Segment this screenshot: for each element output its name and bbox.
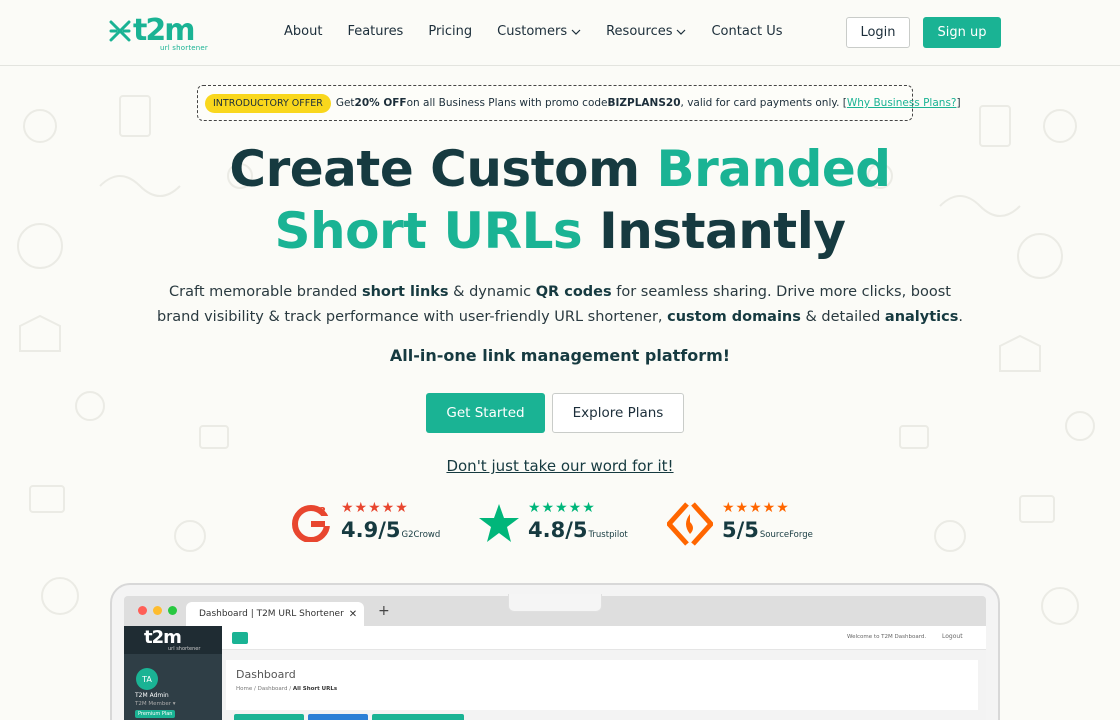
- mock-sidebar: t2m url shortener TA T2M Admin T2M Membe…: [124, 626, 222, 720]
- mock-logout: Logout: [942, 633, 963, 640]
- tab-title: Dashboard | T2M URL Shortener: [199, 609, 344, 619]
- subtext-bold: QR codes: [535, 284, 612, 300]
- mock-content: Dashboard Home / Dashboard / All Short U…: [222, 650, 986, 720]
- avatar: TA: [136, 668, 158, 690]
- nav-resources[interactable]: Resources: [606, 24, 686, 39]
- rating-stars: ★★★★★: [341, 500, 409, 516]
- site-header: t2m url shortener About Features Pricing…: [0, 0, 1120, 66]
- window-close-dot: [138, 606, 147, 615]
- close-icon: ✕: [348, 608, 358, 620]
- mock-dashboard-card: Dashboard Home / Dashboard / All Short U…: [226, 660, 978, 710]
- nav-customers[interactable]: Customers: [497, 24, 581, 39]
- trustpilot-star-icon: [479, 504, 519, 542]
- crumb-current: All Short URLs: [292, 686, 338, 692]
- score-value: 5/5: [722, 518, 759, 542]
- mock-sidebar-logo: t2m url shortener: [124, 626, 222, 654]
- subtext-part: & detailed: [800, 309, 885, 325]
- subtext-part: Craft memorable branded: [169, 284, 362, 300]
- dashboard-preview: Dashboard | T2M URL Shortener ✕ + t2m ur…: [124, 596, 986, 720]
- promo-text-1: Get: [335, 97, 355, 109]
- rating-score: 4.9/5G2Crowd: [341, 518, 440, 542]
- promo-badge: INTRODUCTORY OFFER: [205, 93, 331, 113]
- headline-line-1: Create Custom Branded: [0, 138, 1120, 200]
- crumb-dashboard: Dashboard: [257, 686, 288, 692]
- hero-tagline: All-in-one link management platform!: [389, 346, 731, 365]
- explore-plans-button[interactable]: Explore Plans: [552, 393, 684, 433]
- mock-action-button: [372, 714, 464, 720]
- nav-contact[interactable]: Contact Us: [711, 24, 782, 39]
- svg-text:2: 2: [319, 506, 326, 517]
- sourceforge-icon: [667, 502, 713, 546]
- subtext-bold: custom domains: [667, 309, 801, 325]
- headline-line-2: Short URLs Instantly: [0, 200, 1120, 262]
- rating-score: 4.8/5Trustpilot: [528, 518, 628, 542]
- mock-menu-icon: [232, 632, 248, 644]
- mock-welcome: Welcome to T2M Dashboard.: [847, 634, 927, 640]
- promo-text-3: , valid for card payments only. [: [680, 97, 847, 109]
- promo-discount: 20% OFF: [354, 97, 407, 109]
- headline-highlight: Branded: [656, 140, 891, 198]
- mock-plan-badge: Premium Plan: [135, 710, 176, 718]
- new-tab-icon: +: [378, 603, 390, 619]
- mock-breadcrumb: Home / Dashboard / All Short URLs: [236, 686, 338, 692]
- hero-subtext: Craft memorable branded short links & dy…: [140, 280, 980, 330]
- mock-page-title: Dashboard: [236, 668, 296, 681]
- promo-text-2: on all Business Plans with promo code: [406, 97, 608, 109]
- promo-banner: INTRODUCTORY OFFER Get 20% OFF on all Bu…: [197, 85, 961, 121]
- signup-button[interactable]: Sign up: [923, 17, 1001, 48]
- window-maximize-dot: [168, 606, 177, 615]
- promo-text-4: ]: [956, 97, 961, 109]
- mock-action-button: [234, 714, 304, 720]
- t2m-logo[interactable]: t2m url shortener: [108, 14, 208, 54]
- logo-text: t2m: [133, 13, 196, 48]
- mock-logo-sub: url shortener: [168, 646, 201, 652]
- nav-features[interactable]: Features: [347, 24, 403, 39]
- laptop-camera-notch: [508, 594, 602, 612]
- score-source: SourceForge: [759, 530, 813, 540]
- subtext-bold: analytics: [884, 309, 959, 325]
- nav-about[interactable]: About: [284, 24, 322, 39]
- rating-score: 5/5SourceForge: [722, 518, 813, 542]
- rating-stars: ★★★★★: [528, 500, 596, 516]
- headline-highlight: Short URLs: [274, 202, 583, 260]
- subtext-part: & dynamic: [448, 284, 536, 300]
- window-minimize-dot: [153, 606, 162, 615]
- login-button[interactable]: Login: [846, 17, 910, 48]
- subtext-part: .: [958, 309, 963, 325]
- browser-tab: Dashboard | T2M URL Shortener ✕: [186, 602, 364, 626]
- chevron-down-icon: [571, 29, 581, 35]
- mock-topbar: Welcome to T2M Dashboard. Logout: [222, 626, 986, 650]
- chevron-down-icon: [677, 29, 686, 35]
- score-value: 4.8/5: [528, 518, 588, 542]
- rating-stars: ★★★★★: [722, 500, 790, 516]
- mock-logo-text: t2m: [144, 627, 182, 648]
- mock-user-role: T2M Member ▾: [135, 701, 176, 707]
- g2-icon: 2: [292, 505, 331, 542]
- subtext-bold: short links: [361, 284, 449, 300]
- mock-user-name: T2M Admin: [135, 692, 169, 699]
- headline-part: Create Custom: [229, 140, 657, 198]
- why-business-plans-link[interactable]: Why Business Plans?: [847, 97, 957, 109]
- score-source: G2Crowd: [401, 530, 441, 540]
- t2m-mark-icon: [109, 20, 131, 42]
- nav-resources-label: Resources: [606, 24, 673, 39]
- hero-headline: Create Custom Branded Short URLs Instant…: [0, 138, 1120, 262]
- crumb-home: Home: [236, 686, 253, 692]
- mock-action-button: [308, 714, 368, 720]
- score-value: 4.9/5: [341, 518, 401, 542]
- subtext-part: brand visibility & track performance wit…: [157, 309, 668, 325]
- nav-customers-label: Customers: [497, 24, 568, 39]
- logo-subtitle: url shortener: [160, 44, 209, 52]
- score-source: Trustpilot: [588, 530, 628, 540]
- main-nav: About Features Pricing Customers Resourc…: [284, 24, 807, 39]
- subtext-part: for seamless sharing. Drive more clicks,…: [611, 284, 951, 300]
- testimonials-link[interactable]: Don't just take our word for it!: [0, 457, 1120, 475]
- get-started-button[interactable]: Get Started: [426, 393, 545, 433]
- promo-code: BIZPLANS20: [607, 97, 681, 109]
- nav-pricing[interactable]: Pricing: [428, 24, 472, 39]
- headline-part: Instantly: [582, 202, 846, 260]
